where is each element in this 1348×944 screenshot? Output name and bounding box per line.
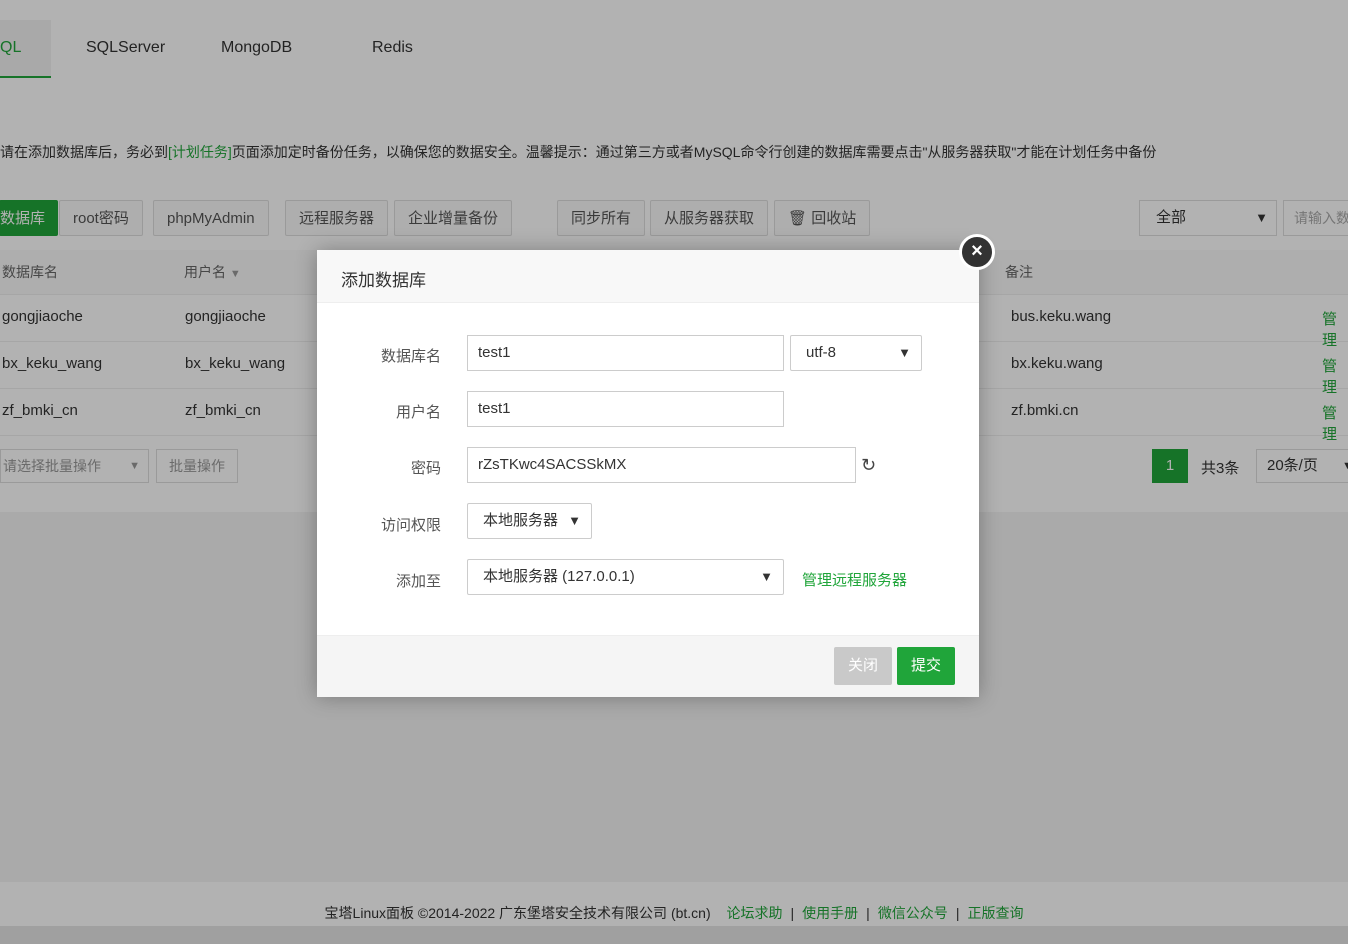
chevron-down-icon: ▼ xyxy=(568,513,581,528)
chevron-down-icon: ▼ xyxy=(760,569,773,584)
submit-button[interactable]: 提交 xyxy=(897,647,956,685)
dialog-footer: 关闭 提交 xyxy=(317,635,979,697)
add-to-value: 本地服务器 (127.0.0.1) xyxy=(483,568,635,585)
charset-value: utf-8 xyxy=(806,344,837,361)
manage-remote-server-link[interactable]: 管理远程服务器 xyxy=(802,569,907,590)
db-name-label: 数据库名 xyxy=(380,348,441,365)
close-icon[interactable]: × xyxy=(959,234,995,270)
db-name-input[interactable]: test1 xyxy=(467,335,784,371)
dialog-header: 添加数据库 xyxy=(317,250,979,303)
charset-select[interactable]: utf-8 ▼ xyxy=(790,335,922,371)
password-input[interactable]: rZsTKwc4SACSSkMX xyxy=(467,447,856,483)
username-label: 用户名 xyxy=(395,404,441,421)
access-label: 访问权限 xyxy=(380,517,441,534)
password-label: 密码 xyxy=(410,460,441,477)
add-to-label: 添加至 xyxy=(395,573,441,590)
refresh-icon[interactable]: ↻ xyxy=(861,455,876,476)
add-to-select[interactable]: 本地服务器 (127.0.0.1) ▼ xyxy=(467,559,784,595)
access-value: 本地服务器 xyxy=(483,512,559,529)
chevron-down-icon: ▼ xyxy=(898,345,911,360)
access-select[interactable]: 本地服务器 ▼ xyxy=(467,503,592,539)
username-input[interactable]: test1 xyxy=(467,391,784,427)
dialog-title: 添加数据库 xyxy=(341,271,426,290)
cancel-button[interactable]: 关闭 xyxy=(834,647,893,685)
